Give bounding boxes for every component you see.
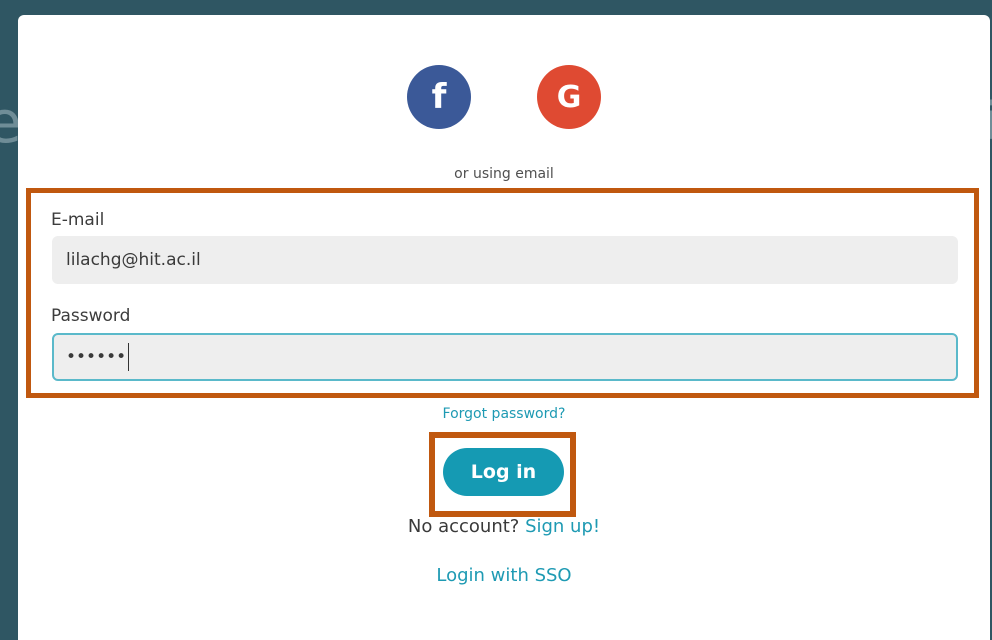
no-account-line: No account? Sign up! bbox=[18, 516, 990, 537]
password-input[interactable]: •••••• bbox=[52, 333, 958, 381]
forgot-password-link[interactable]: Forgot password? bbox=[18, 406, 990, 422]
text-caret bbox=[128, 343, 130, 371]
password-input-value: •••••• bbox=[66, 347, 127, 367]
facebook-icon: f bbox=[431, 77, 447, 117]
sign-up-link[interactable]: Sign up! bbox=[525, 516, 600, 537]
google-login-button[interactable]: G bbox=[537, 65, 601, 129]
google-icon: G bbox=[556, 79, 582, 115]
email-label: E-mail bbox=[51, 210, 105, 230]
login-with-sso-link[interactable]: Login with SSO bbox=[18, 565, 990, 586]
password-label: Password bbox=[51, 306, 131, 326]
no-account-text: No account? bbox=[407, 516, 520, 537]
login-button[interactable]: Log in bbox=[443, 448, 564, 496]
email-input-value: lilachg@hit.ac.il bbox=[66, 250, 201, 270]
email-input[interactable]: lilachg@hit.ac.il bbox=[52, 236, 958, 284]
login-modal: f G or using email E-mail lilachg@hit.ac… bbox=[18, 15, 990, 640]
facebook-login-button[interactable]: f bbox=[407, 65, 471, 129]
email-divider-text: or using email bbox=[454, 166, 554, 182]
